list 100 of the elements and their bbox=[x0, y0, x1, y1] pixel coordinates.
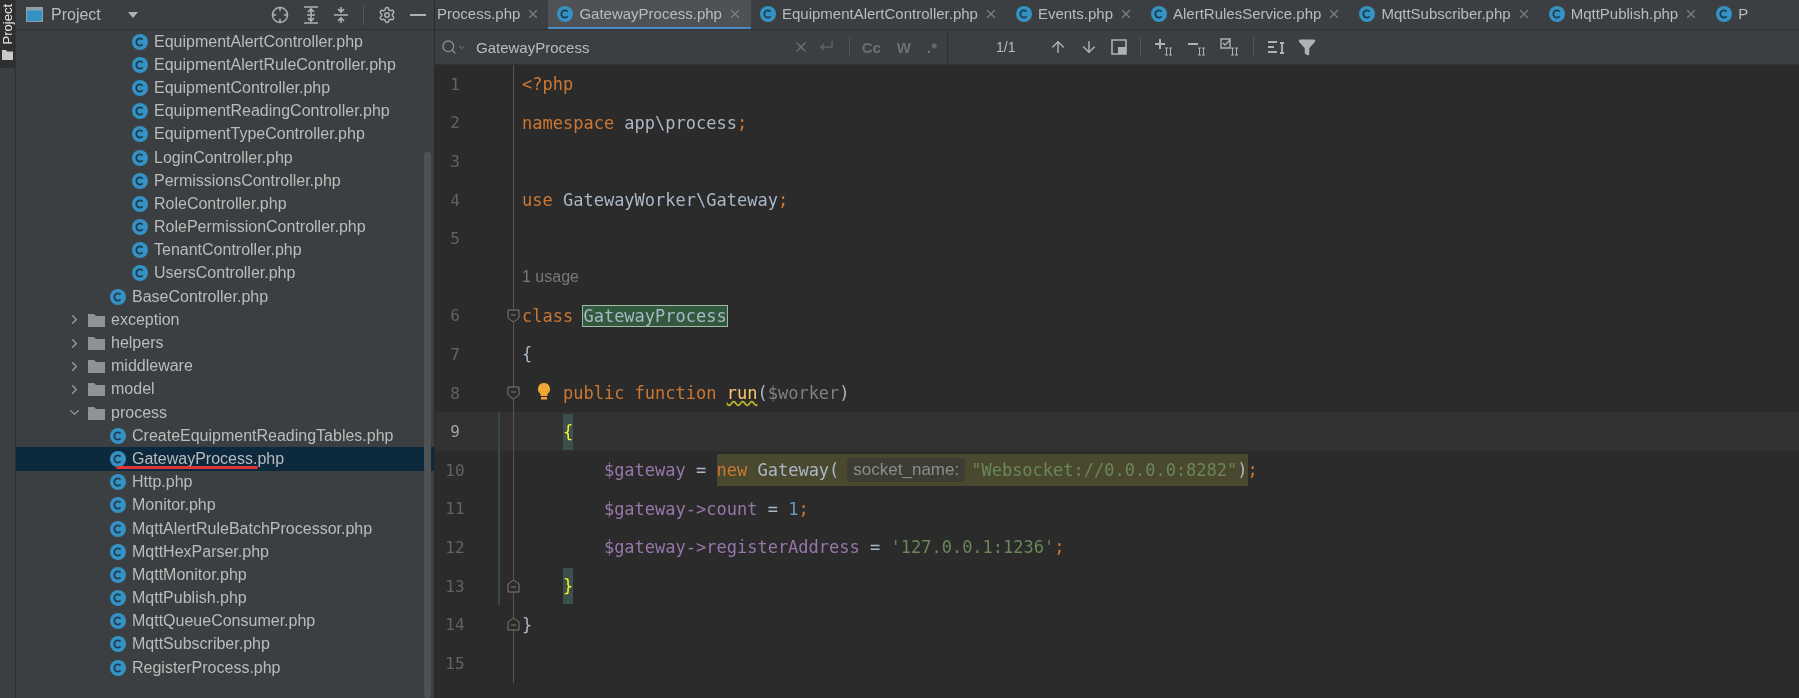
change-marker[interactable] bbox=[498, 528, 500, 567]
fold-icon[interactable] bbox=[507, 308, 520, 323]
tree-item[interactable]: EquipmentAlertRuleController.php bbox=[16, 53, 434, 77]
line-number: 7 bbox=[449, 343, 461, 366]
folder-icon bbox=[88, 405, 105, 420]
line-number: 12 bbox=[444, 536, 466, 559]
add-occurrence-icon[interactable] bbox=[1154, 38, 1175, 56]
change-marker[interactable] bbox=[498, 489, 500, 529]
filter-icon[interactable] bbox=[1298, 38, 1317, 56]
crosshair-icon[interactable] bbox=[271, 5, 289, 24]
tree-item[interactable]: Monitor.php bbox=[16, 493, 434, 517]
line-number: 10 bbox=[444, 459, 466, 482]
editor-tab[interactable]: P bbox=[1707, 0, 1758, 29]
parameter-hint: socket_name: bbox=[847, 458, 966, 483]
folder-icon bbox=[88, 336, 105, 351]
select-all-occurrences-icon[interactable] bbox=[1220, 38, 1241, 56]
tree-item[interactable]: RolePermissionController.php bbox=[16, 215, 434, 239]
class-icon bbox=[110, 450, 126, 467]
folder-icon bbox=[88, 382, 105, 397]
class-icon bbox=[110, 590, 126, 607]
code-text: { bbox=[522, 344, 533, 365]
class-icon bbox=[1359, 5, 1376, 22]
editor-tab[interactable]: EquipmentAlertController.php bbox=[750, 0, 1007, 29]
tree-item[interactable]: model bbox=[16, 377, 434, 401]
match-count: 1/1 bbox=[996, 39, 1016, 55]
line-number: 1 bbox=[449, 73, 461, 96]
filter-lines-icon[interactable] bbox=[1267, 39, 1286, 55]
project-side-tab[interactable]: Project bbox=[0, 0, 15, 69]
change-marker[interactable] bbox=[498, 566, 500, 606]
change-marker[interactable] bbox=[498, 450, 500, 490]
editor-tab[interactable]: MqttSubscriber.php bbox=[1350, 0, 1540, 29]
class-icon bbox=[110, 520, 126, 537]
code-text: "Websocket://0.0.0.0:8282") bbox=[971, 460, 1248, 481]
folder-icon bbox=[88, 312, 105, 327]
tree-item[interactable]: GatewayProcess.php bbox=[16, 447, 434, 471]
class-icon bbox=[110, 474, 126, 491]
line-number: 5 bbox=[449, 228, 461, 251]
scrollbar-thumb[interactable] bbox=[424, 152, 431, 698]
tree-item[interactable]: MqttPublish.php bbox=[16, 586, 434, 610]
editor-tab[interactable]: GatewayProcess.php bbox=[548, 0, 751, 29]
tree-item[interactable]: process bbox=[16, 401, 434, 425]
class-icon bbox=[1015, 5, 1032, 22]
tree-item[interactable]: RoleController.php bbox=[16, 192, 434, 216]
tree-item[interactable]: TenantController.php bbox=[16, 238, 434, 262]
folder-icon bbox=[88, 359, 105, 374]
fold-icon[interactable] bbox=[507, 385, 520, 400]
code-text: use GatewayWorker\Gateway; bbox=[522, 190, 789, 211]
class-icon bbox=[132, 126, 148, 143]
class-icon bbox=[1716, 5, 1733, 22]
code-text: $gateway->registerAddress = '127.0.0.1:1236'; bbox=[603, 537, 1065, 558]
editor-tab[interactable]: AlertRulesService.php bbox=[1142, 0, 1351, 29]
tree-item[interactable]: MqttMonitor.php bbox=[16, 563, 434, 587]
expand-all-icon[interactable] bbox=[303, 5, 319, 24]
editor-tab[interactable]: MqttPublish.php bbox=[1539, 0, 1708, 29]
settings-icon[interactable] bbox=[378, 5, 396, 24]
usages-hint[interactable]: 1 usage bbox=[522, 268, 579, 287]
collapse-all-icon[interactable] bbox=[333, 5, 349, 24]
unfold-icon[interactable] bbox=[507, 578, 520, 593]
class-icon bbox=[557, 5, 574, 22]
search-field[interactable]: GatewayProcess bbox=[474, 37, 785, 57]
line-number: 4 bbox=[449, 189, 461, 212]
code-text: } bbox=[562, 568, 574, 604]
line-number: 14 bbox=[444, 614, 466, 637]
editor-tab[interactable]: Process.php bbox=[435, 0, 549, 29]
dropdown-caret-icon[interactable] bbox=[126, 10, 139, 19]
tree-item[interactable]: EquipmentTypeController.php bbox=[16, 122, 434, 146]
tree-item[interactable]: UsersController.php bbox=[16, 261, 434, 286]
editor-tab[interactable]: Events.php bbox=[1006, 0, 1142, 29]
line-number: 15 bbox=[444, 652, 466, 675]
tree-item[interactable]: CreateEquipmentReadingTables.php bbox=[16, 424, 434, 448]
tree-item[interactable]: middleware bbox=[16, 354, 434, 378]
lightbulb-icon[interactable] bbox=[538, 382, 550, 401]
tree-item[interactable]: MqttHexParser.php bbox=[16, 540, 434, 564]
tree-item[interactable]: Http.php bbox=[16, 470, 434, 494]
tree-item[interactable]: EquipmentController.php bbox=[16, 76, 434, 100]
tree-item[interactable]: MqttSubscriber.php bbox=[16, 632, 434, 657]
code-text: ; bbox=[1247, 460, 1258, 481]
class-icon bbox=[110, 427, 126, 444]
line-number: 3 bbox=[449, 151, 461, 173]
tree-item[interactable]: MqttAlertRuleBatchProcessor.php bbox=[16, 516, 434, 541]
select-all-icon[interactable] bbox=[1111, 39, 1128, 55]
tree-item[interactable]: helpers bbox=[16, 331, 434, 355]
search-icon[interactable] bbox=[441, 39, 466, 55]
window-icon bbox=[26, 7, 43, 22]
class-icon bbox=[110, 288, 126, 305]
tree-item[interactable]: MqttQueueConsumer.php bbox=[16, 609, 434, 633]
tree-item[interactable]: LoginController.php bbox=[16, 145, 434, 170]
class-icon bbox=[110, 613, 126, 630]
unfold-icon[interactable] bbox=[507, 617, 520, 632]
tree-item[interactable]: PermissionsController.php bbox=[16, 169, 434, 193]
tree-item[interactable]: BaseController.php bbox=[16, 285, 434, 309]
class-icon bbox=[132, 79, 148, 96]
class-icon bbox=[110, 659, 126, 676]
line-number: 11 bbox=[444, 498, 466, 521]
class-icon bbox=[132, 56, 148, 73]
code-text: class GatewayProcess bbox=[522, 305, 727, 326]
tree-item[interactable]: EquipmentAlertController.php bbox=[16, 30, 434, 54]
tree-item[interactable]: RegisterProcess.php bbox=[16, 656, 434, 680]
tree-item[interactable]: EquipmentReadingController.php bbox=[16, 99, 434, 123]
tree-item[interactable]: exception bbox=[16, 308, 434, 332]
